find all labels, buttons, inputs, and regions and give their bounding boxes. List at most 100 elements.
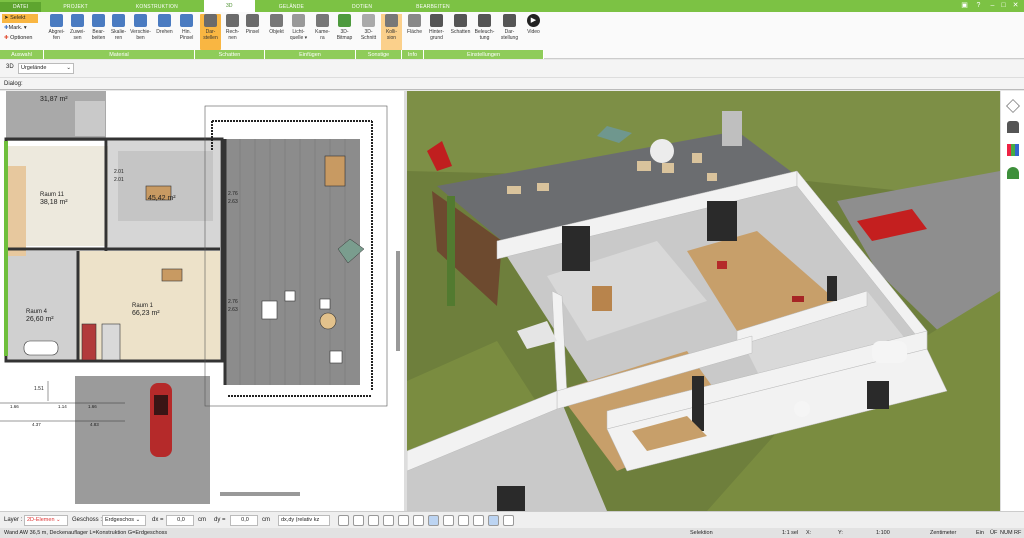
display-button[interactable]: Dar- stellung (499, 14, 520, 50)
menu-tab-konstruktion[interactable]: KONSTRUKTION (110, 2, 204, 12)
status-unit: Zentimeter (930, 530, 957, 536)
group-material: Material (44, 50, 195, 59)
paint-edit-icon (92, 14, 105, 27)
options-button[interactable]: ✚ Optionen (2, 34, 40, 43)
group-einfuegen: Einfügen (265, 50, 356, 59)
floor-plan-2d[interactable]: 31,87 m² Raum 11 38,18 m² 45,42 m² Raum 4… (0, 91, 404, 511)
magnet-icon[interactable] (488, 515, 499, 526)
status-ein: Ein (976, 530, 984, 536)
area-icon (408, 14, 421, 27)
lock-icon[interactable]: ▣ (960, 1, 969, 10)
group-einstellungen: Einstellungen (424, 50, 544, 59)
snap-icon[interactable] (413, 515, 424, 526)
unit-label: cm (198, 517, 206, 523)
scale-button[interactable]: Skalie- ren (108, 14, 129, 50)
status-bar: Wand AW 36,5 m, Deckenauflager L=Konstru… (0, 528, 1024, 538)
floor-select[interactable]: Erdgeschos ⌄ (102, 515, 146, 526)
menu-tab-dotien[interactable]: DOTIEN (328, 2, 396, 12)
camera-button[interactable]: Kame- ra (312, 14, 333, 50)
shadow-brush-button[interactable]: Pinsel (242, 14, 263, 50)
chair-icon[interactable] (1007, 121, 1019, 133)
calculate-icon (226, 14, 239, 27)
terrain-select[interactable]: Urgelände ⌄ (18, 63, 74, 74)
status-x: X: (806, 530, 812, 536)
lighting-button[interactable]: Beleuch- tung (474, 14, 495, 50)
dimension-label: 2.63 (228, 199, 238, 205)
ribbon-button-label: Dar- stellen (203, 29, 218, 41)
clock-icon[interactable] (338, 515, 349, 526)
curve-icon[interactable] (428, 515, 439, 526)
menu-tab-bearbeiten[interactable]: BEARBEITEN (396, 2, 470, 12)
eyedropper-button[interactable]: Abgrei- fen (46, 14, 67, 50)
shadow-display-icon (204, 14, 217, 27)
shadow-button[interactable]: Schatten (450, 14, 471, 50)
paint-edit-button[interactable]: Bear- beiten (88, 14, 109, 50)
camera-icon[interactable] (353, 515, 364, 526)
ribbon-button-label: Rech- nen (225, 29, 240, 41)
dimension-label: 4.37 (32, 422, 41, 427)
status-text: Wand AW 36,5 m, Deckenauflager L=Konstru… (4, 530, 168, 536)
tree-icon (338, 14, 351, 27)
area-button[interactable]: Fläche (404, 14, 425, 50)
ribbon-button-label: Hin. Pinsel (179, 29, 194, 41)
ribbon-button-label: Fläche (406, 29, 422, 35)
mark-button[interactable]: ✚Mark. ▾ (2, 24, 38, 33)
ribbon-button-label: Kame- ra (315, 29, 330, 41)
ribbon-button-label: Schatten (450, 29, 471, 35)
ribbon-button-label: 3D- Bitmap (336, 29, 353, 41)
menu-bar: DATEI PROJEKT KONSTRUKTION 3D GELÄNDE DO… (0, 0, 1024, 12)
ribbon-button-label: Skalie- ren (110, 29, 127, 41)
menu-tab-datei[interactable]: DATEI (0, 2, 42, 12)
maximize-icon[interactable]: □ (999, 1, 1008, 10)
view-3d[interactable] (407, 91, 1000, 511)
collision-icon (385, 14, 398, 27)
dx-input[interactable]: 0,0 (166, 515, 194, 526)
section-button[interactable]: 3D- Schnitt (358, 14, 379, 50)
shadow-icon (454, 14, 467, 27)
layers-icon[interactable] (398, 515, 409, 526)
rotate-button[interactable]: Drehen (154, 14, 175, 50)
close-icon[interactable]: ✕ (1011, 1, 1020, 10)
move-button[interactable]: Verschie- ben (130, 14, 151, 50)
object-button[interactable]: Objekt (266, 14, 287, 50)
select-button[interactable]: ➤ Selekt (2, 14, 38, 23)
tree-button[interactable]: 3D- Bitmap (334, 14, 355, 50)
layers-icon[interactable] (1006, 99, 1020, 113)
view-mode-label: 3D (6, 64, 14, 70)
dy-input[interactable]: 0,0 (230, 515, 258, 526)
plus-icon: ✚ (4, 35, 9, 41)
cursor-mode-icon[interactable] (503, 515, 514, 526)
video-button[interactable]: ▶ Video (523, 14, 544, 50)
unit-label: cm (262, 517, 270, 523)
paint-bucket-button[interactable]: Zuwei- sen (67, 14, 88, 50)
menu-tab-3d[interactable]: 3D (203, 0, 255, 12)
calculate-button[interactable]: Rech- nen (222, 14, 243, 50)
dimension-label: 2.76 (228, 191, 238, 197)
menu-tab-projekt[interactable]: PROJEKT (41, 2, 109, 12)
minimize-icon[interactable]: – (988, 1, 997, 10)
relative-mode-select[interactable]: dx,dy (relativ kz (278, 515, 330, 526)
menu-tab-gelaende[interactable]: GELÄNDE (255, 2, 328, 12)
lightbulb-button[interactable]: Licht- quelle ▾ (288, 14, 309, 50)
display-icon (503, 14, 516, 27)
dimension-label: 1.51 (34, 386, 44, 392)
fill-icon[interactable] (458, 515, 469, 526)
dimension-label: 4.83 (90, 422, 99, 427)
hatch-icon[interactable] (473, 515, 484, 526)
grid-icon[interactable] (443, 515, 454, 526)
room-label: Raum 4 26,60 m² (26, 309, 54, 323)
help-icon[interactable]: ? (974, 1, 983, 10)
shadow-display-button[interactable]: Dar- stellen (200, 14, 221, 50)
video-icon: ▶ (527, 14, 540, 27)
dimension-label: 2.01 (114, 177, 124, 183)
tree-icon[interactable] (1007, 167, 1019, 179)
collision-button[interactable]: Kolli- sion (381, 14, 402, 50)
gallery-icon[interactable] (383, 515, 394, 526)
dy-label: dy = (214, 517, 226, 523)
materials-icon[interactable] (1007, 144, 1019, 156)
background-button[interactable]: Hinter- grund (426, 14, 447, 50)
layer-select[interactable]: 2D-Elemen ⌄ (24, 515, 68, 526)
brush-button[interactable]: Hin. Pinsel (176, 14, 197, 50)
monitor-icon[interactable] (368, 515, 379, 526)
3d-house-render (407, 91, 1000, 511)
